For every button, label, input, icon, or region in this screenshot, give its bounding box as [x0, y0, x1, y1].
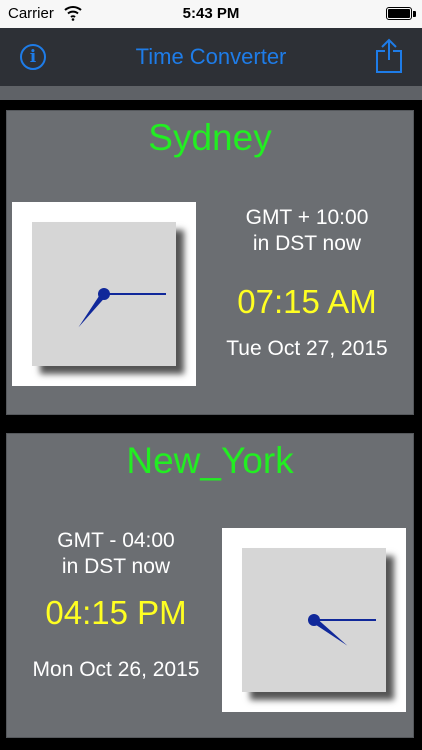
local-date: Mon Oct 26, 2015: [32, 658, 200, 681]
gmt-offset: GMT + 10:00: [245, 206, 369, 229]
city-card-new-york[interactable]: New_York GMT - 04:00 in DST now 04:15 PM…: [6, 433, 414, 738]
local-time: 07:15 AM: [237, 283, 377, 320]
status-bar: Carrier 5:43 PM: [0, 0, 422, 28]
city-card-sydney[interactable]: Sydney GMT + 10:00 in DST now 07:15 AM T…: [6, 110, 414, 415]
battery-icon: [386, 7, 412, 20]
battery-tip: [413, 11, 416, 17]
status-time: 5:43 PM: [182, 5, 240, 22]
navigation-bar: i Time Converter: [0, 28, 422, 86]
dst-status: in DST now: [252, 232, 362, 255]
analog-clock: [12, 202, 196, 386]
analog-clock: [222, 528, 406, 712]
clock-hands: [308, 614, 376, 646]
local-date: Tue Oct 27, 2015: [226, 337, 388, 360]
clock-hands: [78, 288, 166, 328]
clock-pivot: [308, 614, 320, 626]
dst-status: in DST now: [61, 555, 171, 578]
city-name: New_York: [126, 440, 294, 481]
clock-face: [32, 222, 176, 366]
clock-face: [242, 548, 386, 692]
clock-pivot: [98, 288, 110, 300]
share-icon[interactable]: [374, 38, 404, 74]
city-name: Sydney: [148, 117, 272, 158]
local-time: 04:15 PM: [45, 594, 187, 631]
gmt-offset: GMT - 04:00: [57, 529, 175, 552]
toolbar-strip: [0, 86, 422, 100]
page-title: Time Converter: [135, 44, 287, 69]
